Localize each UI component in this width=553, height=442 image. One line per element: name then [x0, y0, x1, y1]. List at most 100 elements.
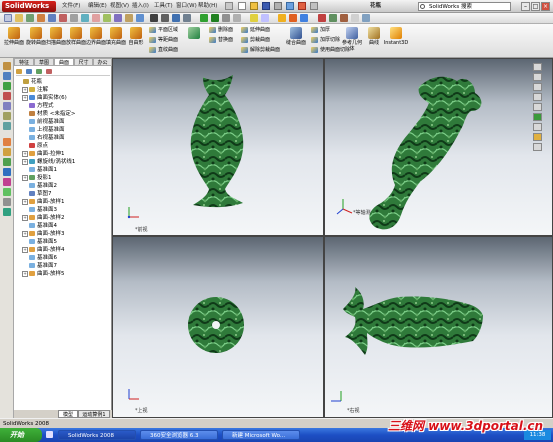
tree-item[interactable]: 基准面5 [16, 238, 110, 246]
sweep-icon[interactable] [3, 158, 11, 166]
instant3d-button[interactable]: Instant3D [382, 27, 410, 57]
tree-item[interactable]: 上视基准面 [16, 126, 110, 134]
rebuild-icon[interactable] [298, 2, 306, 10]
extruded-surface-button[interactable]: 拉伸曲面 [2, 27, 26, 57]
appearance-icon[interactable] [278, 14, 286, 22]
rectangle-icon[interactable] [48, 14, 56, 22]
solidworks-logo[interactable]: SolidWorks [2, 1, 56, 12]
fillet-icon[interactable] [3, 178, 11, 186]
tree-item[interactable]: 草图7 [16, 190, 110, 198]
tree-item[interactable]: + 投影1 [16, 174, 110, 182]
shaded-edges-icon[interactable] [211, 14, 219, 22]
tree-item[interactable]: + 曲面-放样4 [16, 246, 110, 254]
planar-surface-button[interactable]: 平面区域 [148, 26, 178, 34]
vase-isometric-model[interactable] [369, 76, 482, 230]
offset-icon[interactable] [125, 14, 133, 22]
smart-dimension-icon[interactable] [26, 14, 34, 22]
tree-item[interactable]: 基准面4 [16, 222, 110, 230]
zoom-to-fit-icon[interactable] [533, 63, 542, 71]
hide-show-items-icon[interactable] [533, 123, 542, 131]
pan-icon[interactable] [183, 14, 191, 22]
display-style-icon[interactable] [533, 113, 542, 121]
dimension-icon[interactable] [3, 82, 11, 90]
mirror-icon[interactable] [114, 14, 122, 22]
dimxpert-icon[interactable] [45, 69, 52, 74]
wireframe-icon[interactable] [222, 14, 230, 22]
thickened-cut-button[interactable]: 加厚切除 [310, 36, 340, 44]
arc-tool-icon[interactable] [3, 102, 11, 110]
select-icon[interactable] [4, 14, 12, 22]
expand-icon[interactable]: + [22, 86, 28, 93]
shell-icon[interactable] [3, 198, 11, 206]
ruled-surface-button[interactable]: 直纹曲面 [148, 46, 178, 54]
tree-item[interactable]: 原点 [16, 142, 110, 150]
expand-icon[interactable]: + [22, 230, 28, 237]
reference-geometry-button[interactable]: 参考几何体 [340, 27, 364, 57]
expand-icon[interactable]: + [22, 150, 28, 157]
tree-item[interactable]: + 螺旋线/涡状线1 [16, 158, 110, 166]
point-tool-icon[interactable] [3, 122, 11, 130]
tree-item[interactable]: + 曲面-放样2 [16, 214, 110, 222]
viewport-isometric[interactable]: *等轴测 [324, 58, 553, 236]
radiate-surface-button[interactable] [182, 27, 206, 57]
extend-surface-button[interactable]: 延伸曲面 [240, 26, 270, 34]
shaded-icon[interactable] [200, 14, 208, 22]
menu-edit[interactable]: 编辑(E) [88, 2, 107, 11]
toolbox-icon[interactable] [351, 14, 359, 22]
mass-properties-icon[interactable] [329, 14, 337, 22]
tree-item[interactable]: 基准面7 [16, 262, 110, 270]
shadows-icon[interactable] [300, 14, 308, 22]
tree-item[interactable]: + 曲面-放样1 [16, 198, 110, 206]
relations-icon[interactable] [136, 14, 144, 22]
open-folder-icon[interactable] [250, 2, 258, 10]
loft-icon[interactable] [3, 168, 11, 176]
section-view-hud-icon[interactable] [533, 93, 542, 101]
revolve-icon[interactable] [3, 148, 11, 156]
menu-help[interactable]: 帮助(H) [198, 2, 217, 11]
save-icon[interactable] [262, 2, 270, 10]
tree-item[interactable]: 花瓶 [16, 78, 110, 86]
line-icon[interactable] [37, 14, 45, 22]
expand-icon[interactable]: + [22, 198, 28, 205]
quick-launch-icon[interactable] [46, 431, 53, 438]
viewport-right[interactable]: *右视 [324, 236, 553, 418]
tree-item[interactable]: 方程式 [16, 102, 110, 110]
point-icon[interactable] [92, 14, 100, 22]
trim-surface-button[interactable]: 剪裁曲面 [240, 36, 270, 44]
trim-icon[interactable] [103, 14, 111, 22]
start-button[interactable]: 开始 [0, 428, 42, 442]
tree-item[interactable]: 基准面3 [16, 206, 110, 214]
pattern-icon[interactable] [3, 208, 11, 216]
maximize-button[interactable]: □ [531, 2, 540, 11]
viewport-front[interactable]: *前视 [112, 58, 324, 236]
print-icon[interactable] [274, 2, 282, 10]
spline-tool-icon[interactable] [3, 112, 11, 120]
task-360-browser[interactable]: 360安全浏览器 6.3 [140, 430, 218, 440]
options-icon[interactable] [310, 2, 318, 10]
expand-icon[interactable]: + [22, 246, 28, 253]
vase-front-model[interactable] [190, 75, 244, 208]
search-input[interactable]: SolidWorks 搜索 [418, 2, 511, 11]
feature-icon[interactable] [3, 62, 11, 70]
edit-appearance-icon[interactable] [533, 133, 542, 141]
arc-icon[interactable] [70, 14, 78, 22]
chamfer-icon[interactable] [3, 188, 11, 196]
tree-item[interactable]: + 曲面-拉伸1 [16, 150, 110, 158]
tree-item[interactable]: + 曲面实体(6) [16, 94, 110, 102]
section-view-icon[interactable] [250, 14, 258, 22]
new-document-icon[interactable] [238, 2, 246, 10]
freeform-button[interactable]: 自由形 [124, 27, 148, 57]
view-orientation-hud-icon[interactable] [533, 103, 542, 111]
extrude-icon[interactable] [3, 138, 11, 146]
tree-item[interactable]: + 注解 [16, 86, 110, 94]
tab-motion-study[interactable]: 运动算例1 [78, 410, 110, 418]
menu-insert[interactable]: 插入(I) [132, 2, 149, 11]
replace-face-button[interactable]: 替换面 [208, 36, 233, 44]
expand-icon[interactable]: + [22, 94, 28, 101]
menu-tools[interactable]: 工具(T) [154, 2, 173, 11]
realview-icon[interactable] [289, 14, 297, 22]
viewport-top[interactable]: *上视 [112, 236, 324, 418]
delete-face-button[interactable]: 删除面 [208, 26, 233, 34]
featuremanager-icon[interactable] [16, 69, 22, 74]
expand-icon[interactable]: + [22, 174, 28, 181]
